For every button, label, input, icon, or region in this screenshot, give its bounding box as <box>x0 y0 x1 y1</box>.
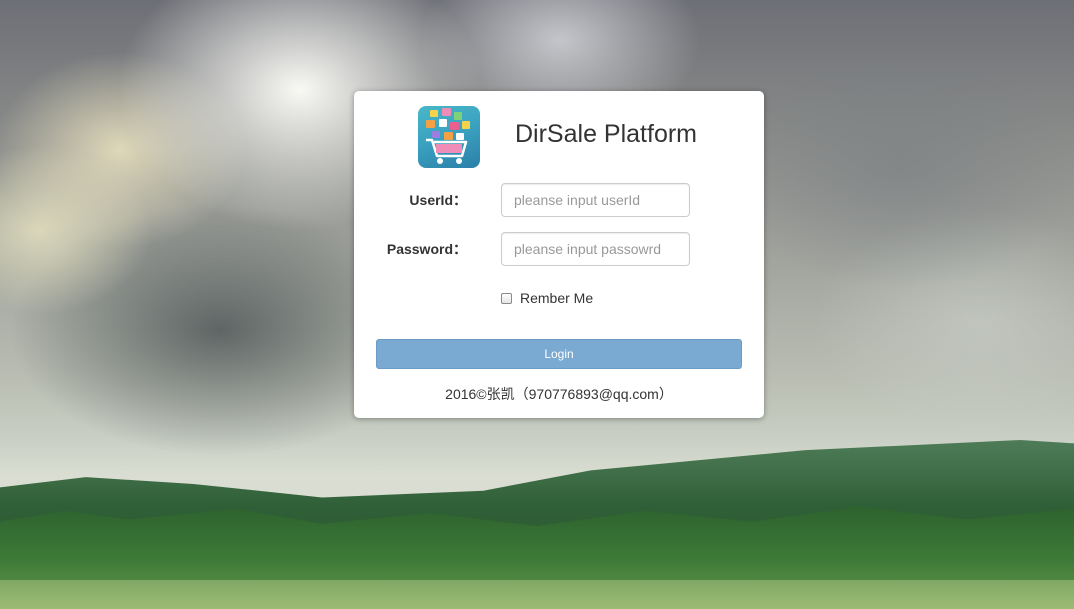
password-input[interactable] <box>501 232 690 266</box>
page-title: DirSale Platform <box>515 120 697 148</box>
login-panel: DirSale Platform UserId： Password： Rembe… <box>354 91 764 418</box>
userid-input[interactable] <box>501 183 690 217</box>
userid-label: UserId： <box>409 192 467 208</box>
login-button[interactable]: Login <box>376 339 742 369</box>
checkbox-unchecked-icon[interactable] <box>501 292 512 304</box>
footer-copyright: 2016©张凯（970776893@qq.com） <box>445 386 673 402</box>
password-label: Password： <box>386 241 467 257</box>
remember-me-checkbox[interactable]: Rember Me <box>501 288 593 308</box>
background-meadow <box>0 580 1074 609</box>
shopping-cart-apps-icon <box>418 106 480 168</box>
remember-me-label[interactable]: Rember Me <box>520 288 593 308</box>
